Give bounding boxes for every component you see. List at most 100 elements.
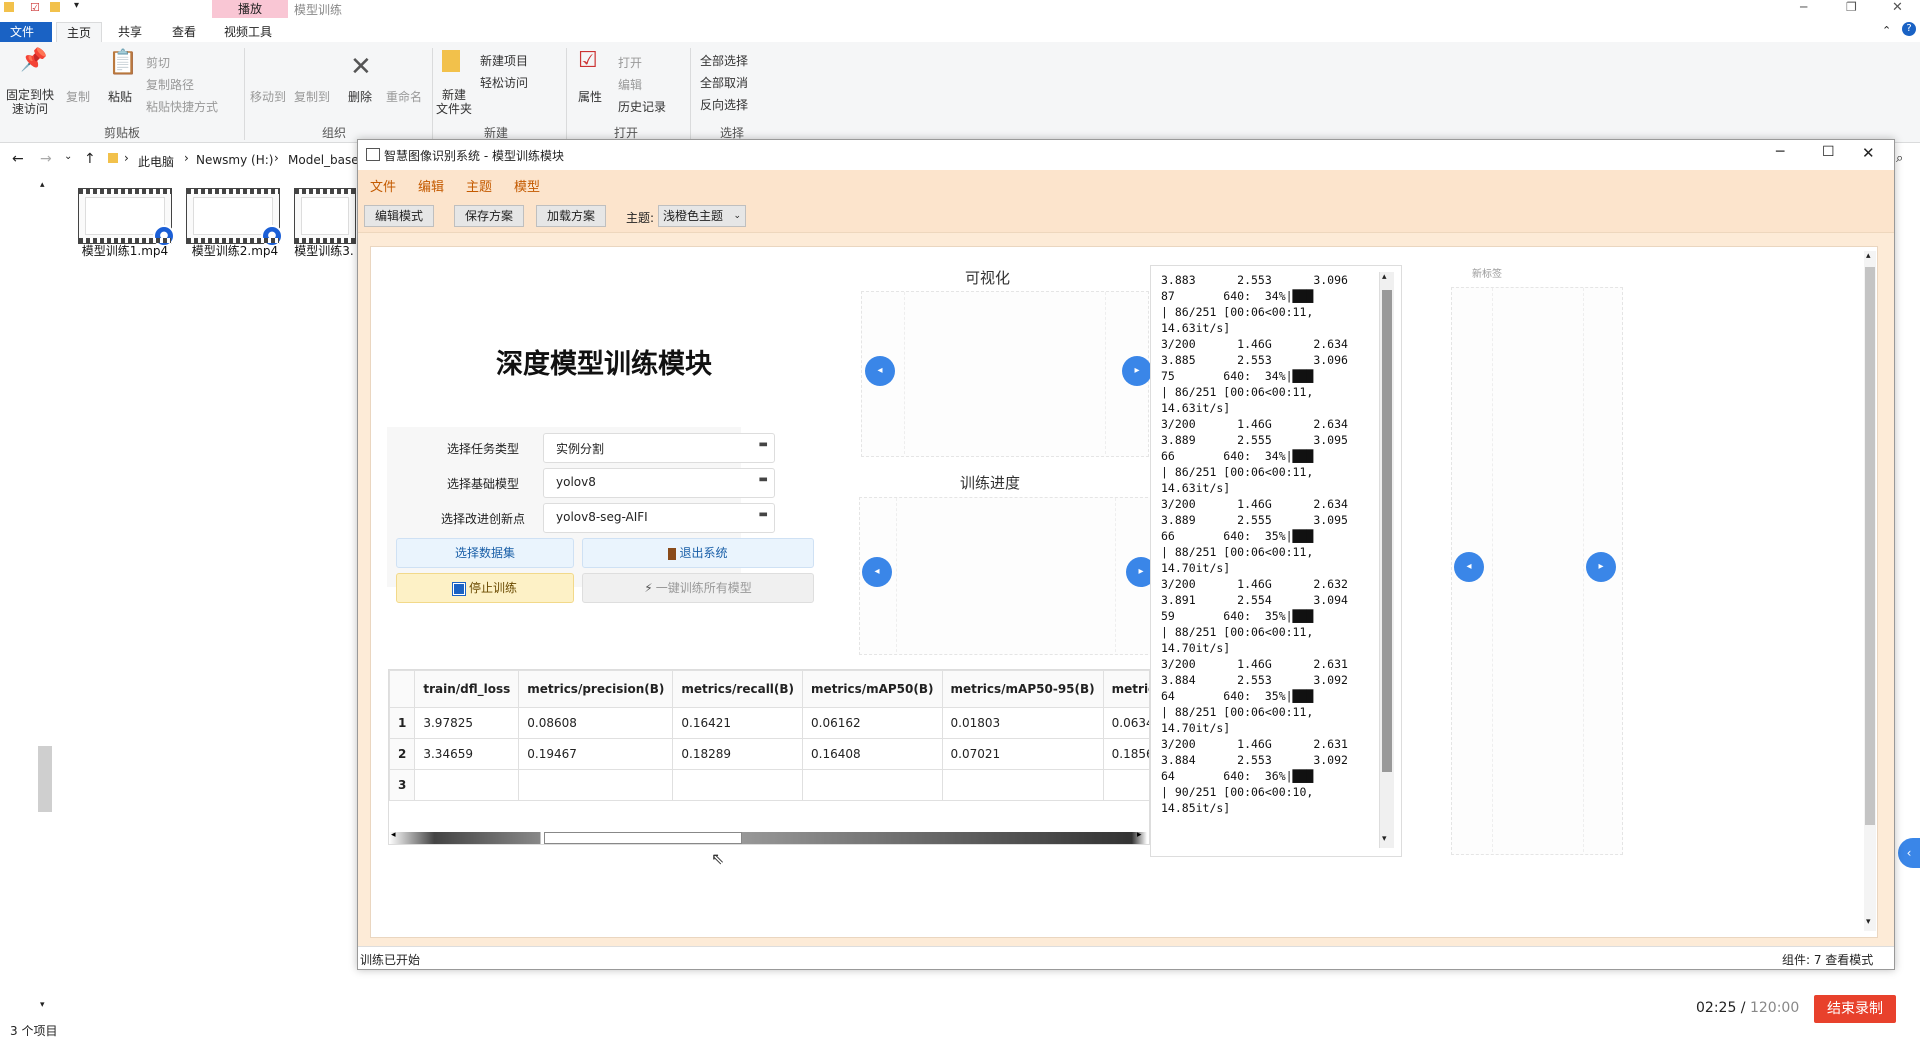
theme-select[interactable]: 浅橙色主题 ⌄ [658, 205, 747, 227]
end-recording-button[interactable]: 结束录制 [1814, 995, 1896, 1023]
select-none-button[interactable]: 全部取消 [700, 74, 748, 91]
table-cell[interactable] [802, 769, 943, 801]
file-name-2[interactable]: 模型训练2.mp4 [180, 242, 290, 259]
minimize-icon[interactable]: ─ [1800, 0, 1807, 14]
training-log[interactable]: 3.883 2.553 3.096 87 640: 34%|███ | 86/2… [1150, 265, 1402, 857]
video-thumbnail-2[interactable]: ● [186, 188, 283, 247]
table-horizontal-scrollbar[interactable]: ◂ ▸ [389, 830, 1147, 844]
back-icon[interactable]: ← [12, 151, 24, 167]
table-cell[interactable]: 0.01803 [941, 707, 1104, 739]
canvas-scrollbar-thumb[interactable] [1865, 267, 1875, 825]
properties-button[interactable]: 属性 [578, 88, 602, 105]
paste-shortcut-button[interactable]: 粘贴快捷方式 [146, 98, 218, 115]
new-folder-button[interactable]: 新建 文件夹 [436, 88, 472, 116]
column-header[interactable]: metrics/mAP50(B) [802, 670, 943, 708]
maximize-icon[interactable]: ☐ [1822, 144, 1835, 160]
history-button[interactable]: 历史记录 [618, 98, 666, 115]
scroll-left-icon[interactable]: ◂ [391, 830, 396, 840]
rename-button[interactable]: 重命名 [386, 88, 422, 105]
log-scrollbar-thumb[interactable] [1382, 290, 1392, 772]
tab-view[interactable]: 查看 [162, 22, 206, 42]
up-icon[interactable]: ↑ [84, 151, 96, 167]
progress-prev-button[interactable]: ◂ [862, 557, 892, 587]
table-cell[interactable]: 0.08608 [518, 707, 674, 739]
improvement-select[interactable]: yolov8-seg-AIFI ▬ [543, 503, 775, 533]
table-cell[interactable]: 0.16421 [672, 707, 804, 739]
tab-file[interactable]: 文件 [0, 22, 52, 42]
breadcrumb-folder[interactable]: Model_base [288, 153, 359, 167]
column-header[interactable]: metrics/recall(B) [672, 670, 804, 708]
cut-button[interactable]: 剪切 [146, 54, 170, 71]
context-tab-play[interactable]: 播放 [212, 0, 288, 18]
canvas-scrollbar[interactable]: ▴ ▾ [1864, 251, 1876, 931]
copy-path-button[interactable]: 复制路径 [146, 76, 194, 93]
copy-button[interactable]: 复制 [66, 88, 90, 105]
open-button[interactable]: 打开 [618, 54, 642, 71]
newtab-prev-button[interactable]: ◂ [1454, 552, 1484, 582]
tab-home[interactable]: 主页 [56, 22, 103, 43]
scroll-down-icon[interactable]: ▾ [40, 1000, 45, 1010]
help-icon[interactable]: ? [1902, 22, 1916, 36]
close-icon[interactable]: ✕ [1892, 0, 1903, 15]
table-cell[interactable]: 3.97825 [414, 707, 520, 739]
scroll-up-icon[interactable]: ▴ [1382, 272, 1387, 282]
tab-share[interactable]: 共享 [108, 22, 152, 42]
paste-button[interactable]: 粘贴 [108, 88, 132, 105]
nav-scrollbar-thumb[interactable] [38, 746, 52, 812]
table-cell[interactable]: 0.06162 [802, 707, 943, 739]
scroll-up-icon[interactable]: ▴ [40, 180, 45, 190]
table-cell[interactable] [414, 769, 520, 801]
viz-prev-button[interactable]: ◂ [865, 356, 895, 386]
search-icon[interactable]: ⌕ [1896, 151, 1903, 166]
viz-next-button[interactable]: ▸ [1122, 356, 1152, 386]
forward-icon[interactable]: → [40, 151, 52, 167]
edit-mode-button[interactable]: 编辑模式 [364, 205, 435, 227]
scroll-right-icon[interactable]: ▸ [1137, 830, 1142, 840]
restore-icon[interactable]: ❐ [1846, 0, 1857, 14]
edit-button[interactable]: 编辑 [618, 76, 642, 93]
video-thumbnail-1[interactable]: ● [78, 188, 175, 247]
easy-access-button[interactable]: 轻松访问 [480, 74, 528, 91]
table-cell[interactable]: 0.19467 [518, 738, 674, 770]
scroll-down-icon[interactable]: ▾ [1866, 917, 1871, 927]
column-header[interactable]: metrics/mAP50-95(B) [941, 670, 1104, 708]
video-thumbnail-3[interactable] [294, 188, 356, 244]
column-header[interactable]: metrics/p [1102, 670, 1149, 708]
menu-model[interactable]: 模型 [514, 176, 540, 195]
chevron-up-icon[interactable]: ⌃ [1882, 24, 1891, 37]
column-header[interactable]: metrics/precision(B) [518, 670, 674, 708]
table-cell[interactable]: 0.06345 [1102, 707, 1149, 739]
save-plan-button[interactable]: 保存方案 [454, 205, 525, 227]
copy-to-button[interactable]: 复制到 [294, 88, 330, 105]
table-cell[interactable]: 0.16408 [802, 738, 943, 770]
file-name-1[interactable]: 模型训练1.mp4 [70, 242, 180, 259]
load-plan-button[interactable]: 加载方案 [536, 205, 607, 227]
log-scrollbar[interactable]: ▴ ▾ [1379, 272, 1394, 848]
new-item-button[interactable]: 新建项目 [480, 52, 528, 69]
table-cell[interactable]: 0.07021 [941, 738, 1104, 770]
base-model-select[interactable]: yolov8 ▬ [543, 468, 775, 498]
column-header[interactable]: train/dfl_loss [414, 670, 520, 708]
table-cell[interactable]: 0.18289 [672, 738, 804, 770]
folder-icon[interactable] [50, 2, 60, 12]
table-cell[interactable] [672, 769, 804, 801]
table-cell[interactable]: 3.34659 [414, 738, 520, 770]
breadcrumb-this-pc[interactable]: 此电脑 [138, 153, 174, 170]
table-scrollbar-thumb[interactable] [544, 832, 742, 844]
table-cell[interactable] [518, 769, 674, 801]
chevron-down-icon[interactable]: ⌄ [64, 151, 72, 162]
select-all-button[interactable]: 全部选择 [700, 52, 748, 69]
minimize-icon[interactable]: ─ [1776, 144, 1784, 160]
menu-theme[interactable]: 主题 [466, 176, 492, 195]
task-type-select[interactable]: 实例分割 ▬ [543, 433, 775, 463]
table-cell[interactable] [1102, 769, 1149, 801]
side-collapse-icon[interactable]: ‹ [1898, 838, 1920, 868]
dropdown-icon[interactable]: ▾ [74, 0, 79, 11]
menu-file[interactable]: 文件 [370, 176, 396, 195]
table-cell[interactable]: 0.18565 [1102, 738, 1149, 770]
select-dataset-button[interactable]: 选择数据集 [396, 538, 574, 568]
file-name-3[interactable]: 模型训练3. [290, 242, 358, 259]
close-icon[interactable]: ✕ [1862, 144, 1875, 162]
tab-video-tools[interactable]: 视频工具 [214, 22, 282, 42]
breadcrumb-drive[interactable]: Newsmy (H:) [196, 153, 273, 167]
